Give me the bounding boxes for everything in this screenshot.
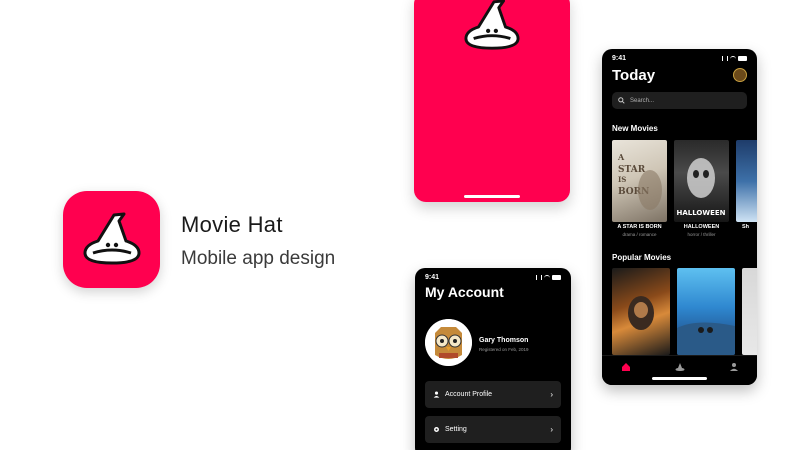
hat-icon[interactable] xyxy=(675,362,685,372)
chevron-right-icon: › xyxy=(550,425,553,434)
section-title-new-movies: New Movies xyxy=(612,124,658,133)
app-subtitle: Mobile app design xyxy=(181,248,336,269)
splash-screen xyxy=(414,0,570,202)
signal-icon xyxy=(722,55,728,61)
user-name: Gary Thomson xyxy=(479,337,529,344)
account-screen: 9:41 My Account Gary Thomson Registered … xyxy=(415,268,571,450)
search-placeholder: Search... xyxy=(630,97,655,104)
svg-text:STAR: STAR xyxy=(618,165,646,175)
avatar[interactable] xyxy=(425,319,472,366)
svg-text:A: A xyxy=(617,152,625,162)
menu-item-setting[interactable]: Setting › xyxy=(425,416,561,443)
home-icon[interactable] xyxy=(621,362,631,372)
movie-hat-logo-icon xyxy=(464,0,520,50)
status-icons xyxy=(722,55,747,61)
section-title-popular-movies: Popular Movies xyxy=(612,253,672,262)
movie-hat-logo-icon xyxy=(83,212,140,264)
person-icon[interactable] xyxy=(729,362,739,372)
wifi-icon xyxy=(730,56,736,60)
movie-poster[interactable]: HALLOWEEN xyxy=(674,140,729,222)
menu-item-account-profile[interactable]: Account Profile › xyxy=(425,381,561,408)
battery-icon xyxy=(552,274,561,280)
movie-title: HALLOWEEN xyxy=(683,224,720,230)
status-icons xyxy=(536,274,561,280)
avatar[interactable] xyxy=(733,68,747,82)
movie-title: Sh xyxy=(742,224,750,230)
owl-avatar-icon xyxy=(425,319,472,366)
poster-art: A STAR IS BORN xyxy=(617,152,662,210)
search-icon xyxy=(618,97,625,104)
status-time: 9:41 xyxy=(425,273,440,281)
wifi-icon xyxy=(544,275,550,279)
movie-title: A STAR IS BORN xyxy=(617,224,662,230)
status-bar: 9:41 xyxy=(425,272,561,282)
tab-bar xyxy=(602,355,757,385)
today-screen: 9:41 Today Search... New Movies A STAR I… xyxy=(602,49,757,385)
registration-date: Registered on Feb, 2019 xyxy=(479,347,529,352)
svg-text:IS: IS xyxy=(618,175,626,184)
poster-art xyxy=(628,296,654,330)
page-title: My Account xyxy=(425,284,504,300)
home-indicator xyxy=(464,195,520,198)
movie-genre: drama / romance xyxy=(622,232,657,237)
movie-genre: horror / thriller xyxy=(687,232,716,237)
signal-icon xyxy=(536,274,542,280)
poster-art: HALLOWEEN xyxy=(676,158,726,217)
page-title: Today xyxy=(612,67,656,84)
status-bar: 9:41 xyxy=(612,53,747,63)
person-icon xyxy=(433,391,440,398)
status-time: 9:41 xyxy=(612,54,627,62)
app-icon xyxy=(63,191,160,288)
movie-poster[interactable] xyxy=(612,268,670,355)
gear-icon xyxy=(434,427,439,432)
movie-poster[interactable] xyxy=(736,140,757,222)
menu-item-label: Setting xyxy=(445,426,467,433)
movie-poster[interactable]: A STAR IS BORN xyxy=(612,140,667,222)
home-indicator xyxy=(652,377,707,380)
movie-poster[interactable] xyxy=(742,268,757,355)
menu-item-label: Account Profile xyxy=(445,391,493,398)
movie-poster[interactable] xyxy=(677,268,735,355)
chevron-right-icon: › xyxy=(550,390,553,399)
app-title: Movie Hat xyxy=(181,212,283,237)
battery-icon xyxy=(738,55,747,61)
poster-art xyxy=(677,322,735,355)
svg-text:HALLOWEEN: HALLOWEEN xyxy=(676,209,725,217)
search-input[interactable]: Search... xyxy=(612,92,747,109)
